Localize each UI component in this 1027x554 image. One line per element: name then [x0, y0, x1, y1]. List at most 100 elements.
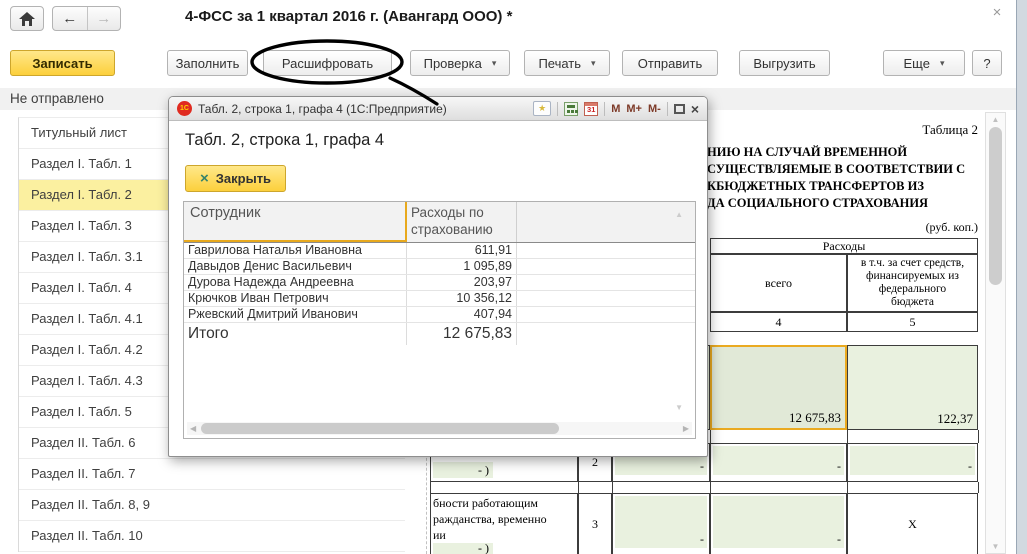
form-title-line: КБЮДЖЕТНЫХ ТРАНСФЕРТОВ ИЗ: [707, 178, 965, 195]
cell-r3-text: бности работающим ражданства, временно и…: [430, 493, 578, 554]
send-button[interactable]: Отправить: [622, 50, 718, 76]
form-colnum-5: 5: [847, 312, 978, 332]
expense-value: 10 356,12: [407, 291, 517, 306]
close-icon[interactable]: ×: [988, 4, 1006, 22]
expense-value: 1 095,89: [407, 259, 517, 274]
check-label: Проверка: [424, 56, 482, 71]
calculator-icon[interactable]: [564, 102, 578, 116]
calendar-number: 31: [587, 105, 595, 115]
form-title-line: НИЮ НА СЛУЧАЙ ВРЕМЕННОЙ: [707, 144, 965, 161]
employee-row[interactable]: Ржевский Дмитрий Иванович407,94: [184, 307, 695, 323]
table-body: Гаврилова Наталья Ивановна611,91Давыдов …: [184, 243, 695, 323]
home-button[interactable]: [10, 6, 44, 31]
employee-row[interactable]: Давыдов Денис Васильевич1 095,89: [184, 259, 695, 275]
memory-minus-button[interactable]: M-: [648, 103, 661, 115]
expense-value: 611,91: [407, 243, 517, 258]
employee-row[interactable]: Крючков Иван Петрович10 356,12: [184, 291, 695, 307]
form-header-total: всего: [710, 254, 847, 312]
form-header-expenses: Расходы: [710, 238, 978, 254]
form-table-label: Таблица 2: [878, 122, 978, 138]
cell-r2-sub: - ): [433, 462, 493, 478]
scroll-up-hint-icon[interactable]: ▲: [675, 210, 683, 219]
chevron-down-icon: ▾: [940, 58, 945, 69]
form-title-line: СУЩЕСТВЛЯЕМЫЕ В СООТВЕТСТВИИ С: [707, 161, 965, 178]
form-colnum-4: 4: [710, 312, 847, 332]
status-text: Не отправлено: [10, 91, 104, 106]
app-window: ← → 4-ФСС за 1 квартал 2016 г. (Авангард…: [0, 0, 1027, 554]
more-label: Еще: [904, 56, 930, 71]
employee-name: Дурова Надежда Андреевна: [184, 275, 407, 290]
currency-note: (руб. коп.): [878, 220, 978, 235]
scroll-down-hint-icon[interactable]: ▼: [675, 403, 683, 412]
employee-name: Гаврилова Наталья Ивановна: [184, 243, 407, 258]
fill-button[interactable]: Заполнить: [167, 50, 248, 76]
save-label: Записать: [32, 56, 92, 71]
employees-table: Сотрудник Расходы по страхованию Гаврило…: [183, 201, 696, 439]
sidebar-item[interactable]: Раздел II. Табл. 10: [19, 521, 405, 552]
cell-r1-c5[interactable]: 122,37: [847, 345, 978, 430]
send-label: Отправить: [638, 56, 702, 71]
home-icon: [19, 12, 35, 26]
selected-cell-r1-c4[interactable]: 12 675,83: [710, 345, 847, 430]
form-title-line: ДА СОЦИАЛЬНОГО СТРАХОВАНИЯ: [707, 195, 965, 212]
total-value: 12 675,83: [407, 323, 517, 345]
history-nav: ← →: [52, 6, 121, 31]
window-edge: [1016, 0, 1027, 554]
export-label: Выгрузить: [753, 56, 815, 71]
decode-label: Расшифровать: [282, 56, 373, 71]
memory-plus-button[interactable]: M+: [626, 103, 642, 115]
expense-value: 407,94: [407, 307, 517, 322]
dialog-titlebar[interactable]: 1С Табл. 2, строка 1, графа 4 (1С:Предпр…: [169, 97, 707, 121]
header-employee[interactable]: Сотрудник: [184, 202, 407, 242]
rownum-3: 3: [578, 493, 612, 554]
scrollbar-thumb[interactable]: [989, 127, 1002, 285]
dialog-close-icon[interactable]: ×: [691, 102, 699, 116]
dialog-close-button[interactable]: × Закрыть: [185, 165, 286, 192]
cell-r3-fragment: бности работающим ражданства, временно и…: [431, 494, 577, 543]
hscrollbar-thumb[interactable]: [201, 423, 559, 434]
help-button[interactable]: ?: [972, 50, 1002, 76]
cell-r3-c3[interactable]: -: [612, 493, 710, 554]
dialog-heading: Табл. 2, строка 1, графа 4: [185, 131, 384, 150]
memory-button[interactable]: M: [611, 103, 620, 115]
favorites-icon[interactable]: ★: [533, 101, 551, 116]
cell-r3-sub: - ): [433, 543, 493, 554]
scroll-up-icon[interactable]: ▲: [986, 115, 1005, 124]
print-label: Печать: [538, 56, 581, 71]
check-button[interactable]: Проверка ▾: [410, 50, 510, 76]
total-row[interactable]: Итого 12 675,83: [184, 323, 695, 345]
scroll-left-icon[interactable]: ◀: [190, 424, 196, 433]
page-break-line: [426, 453, 427, 554]
employee-row[interactable]: Гаврилова Наталья Ивановна611,91: [184, 243, 695, 259]
employee-name: Давыдов Денис Васильевич: [184, 259, 407, 274]
more-button[interactable]: Еще ▾: [883, 50, 965, 76]
cell-r3-c4[interactable]: -: [710, 493, 847, 554]
employee-row[interactable]: Дурова Надежда Андреевна203,97: [184, 275, 695, 291]
cell-r2-c5[interactable]: -: [847, 443, 978, 482]
sidebar-item[interactable]: Раздел II. Табл. 7: [19, 459, 405, 490]
print-button[interactable]: Печать ▾: [524, 50, 610, 76]
scroll-down-icon[interactable]: ▼: [986, 542, 1005, 551]
calendar-icon[interactable]: 31: [584, 102, 598, 116]
scroll-right-icon[interactable]: ▶: [683, 424, 689, 433]
chevron-down-icon: ▾: [591, 58, 596, 69]
help-label: ?: [983, 56, 990, 71]
save-button[interactable]: Записать: [10, 50, 115, 76]
vertical-scrollbar[interactable]: ▲ ▼: [985, 112, 1006, 554]
cell-r2-c4[interactable]: -: [710, 443, 847, 482]
chevron-down-icon: ▾: [492, 58, 497, 69]
horizontal-scrollbar[interactable]: ◀ ▶: [187, 422, 692, 435]
back-button[interactable]: ←: [53, 7, 87, 30]
cell-r3-c5[interactable]: X: [847, 493, 978, 554]
forward-button[interactable]: →: [87, 7, 121, 30]
1c-logo-icon: 1С: [177, 101, 192, 116]
employee-name: Ржевский Дмитрий Иванович: [184, 307, 407, 322]
sidebar-item[interactable]: Раздел II. Табл. 8, 9: [19, 490, 405, 521]
total-label: Итого: [184, 323, 407, 345]
export-button[interactable]: Выгрузить: [739, 50, 830, 76]
header-expense[interactable]: Расходы по страхованию: [407, 202, 517, 242]
dialog-close-label: Закрыть: [216, 171, 271, 186]
decode-button[interactable]: Расшифровать: [263, 50, 392, 76]
decode-dialog: 1С Табл. 2, строка 1, графа 4 (1С:Предпр…: [168, 96, 708, 457]
maximize-icon[interactable]: [674, 104, 685, 114]
